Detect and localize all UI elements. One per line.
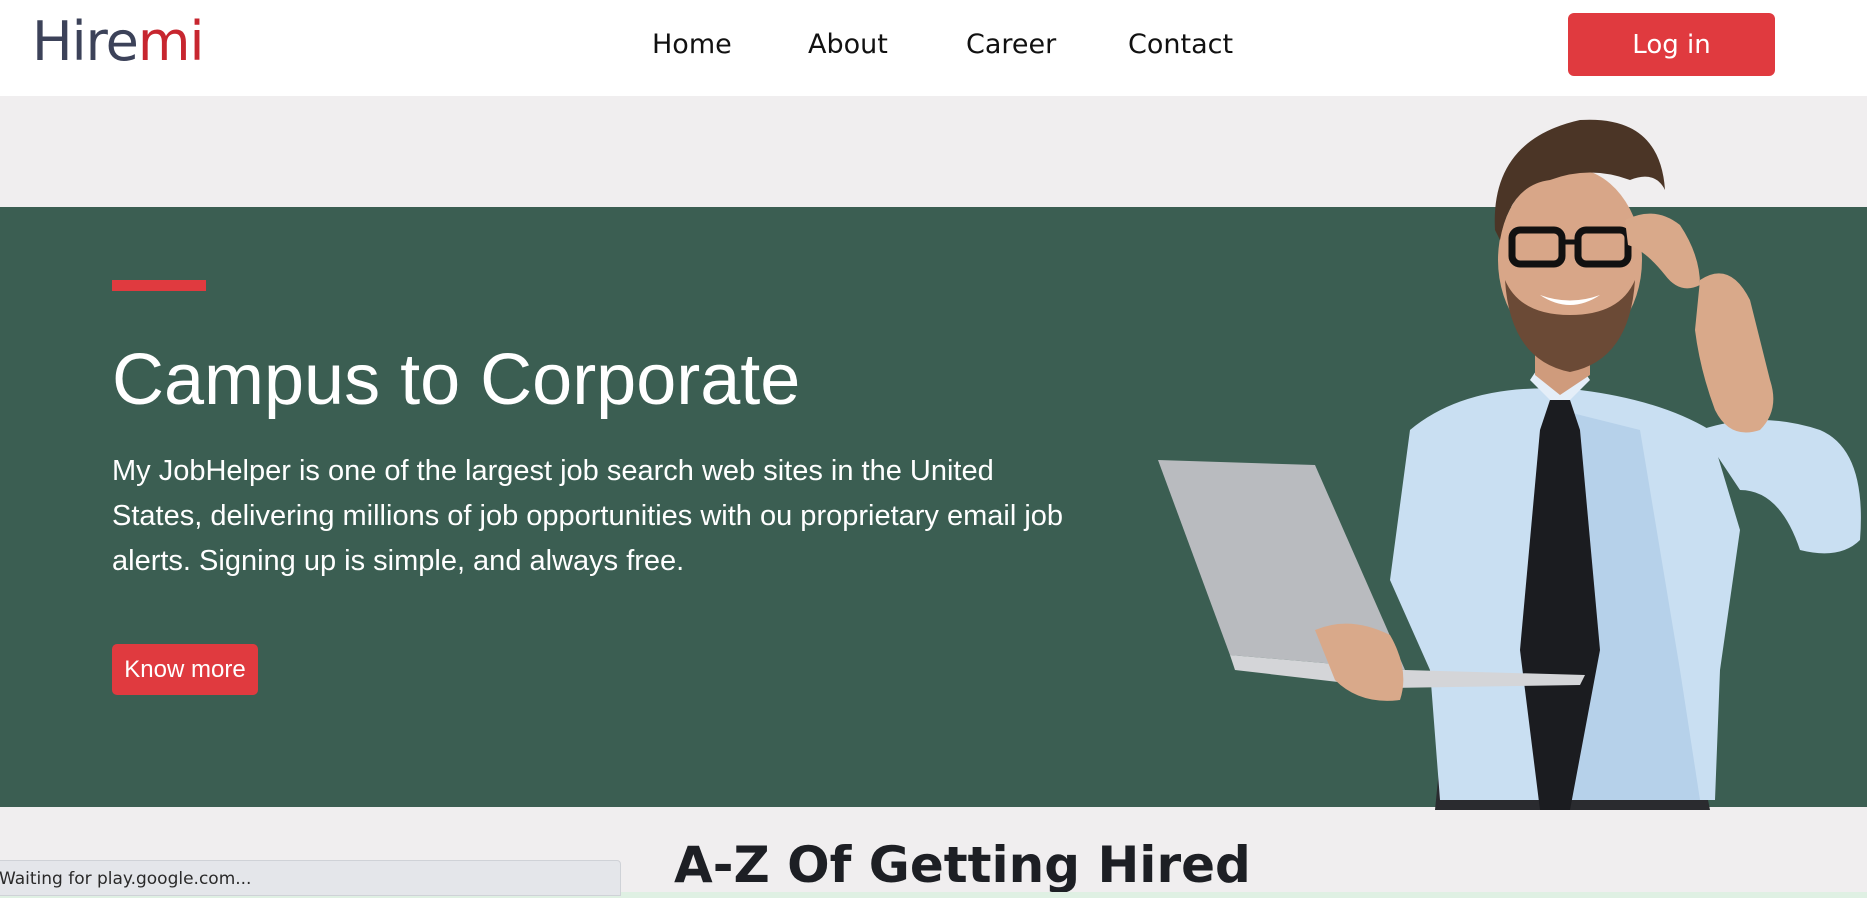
login-button[interactable]: Log in	[1568, 13, 1775, 76]
know-more-button[interactable]: Know more	[112, 644, 258, 695]
nav-link-home[interactable]: Home	[652, 27, 732, 63]
hiremi-logo[interactable]: Hiremi	[32, 10, 205, 74]
logo-text-hire: Hire	[32, 10, 139, 73]
nav-link-career[interactable]: Career	[966, 27, 1056, 63]
section-title: A-Z Of Getting Hired	[674, 836, 1251, 894]
accent-bar	[112, 280, 206, 291]
browser-status-bubble: Waiting for play.google.com...	[0, 860, 621, 896]
logo-text-mi: mi	[137, 10, 205, 73]
hero-title: Campus to Corporate	[112, 340, 801, 420]
hero-description: My JobHelper is one of the largest job s…	[112, 455, 1064, 577]
navbar: Hiremi Home About Career Contact Log in	[0, 0, 1867, 96]
nav-link-contact[interactable]: Contact	[1128, 27, 1233, 63]
businessman-with-laptop-image	[1158, 119, 1861, 810]
nav-link-about[interactable]: About	[808, 27, 888, 63]
